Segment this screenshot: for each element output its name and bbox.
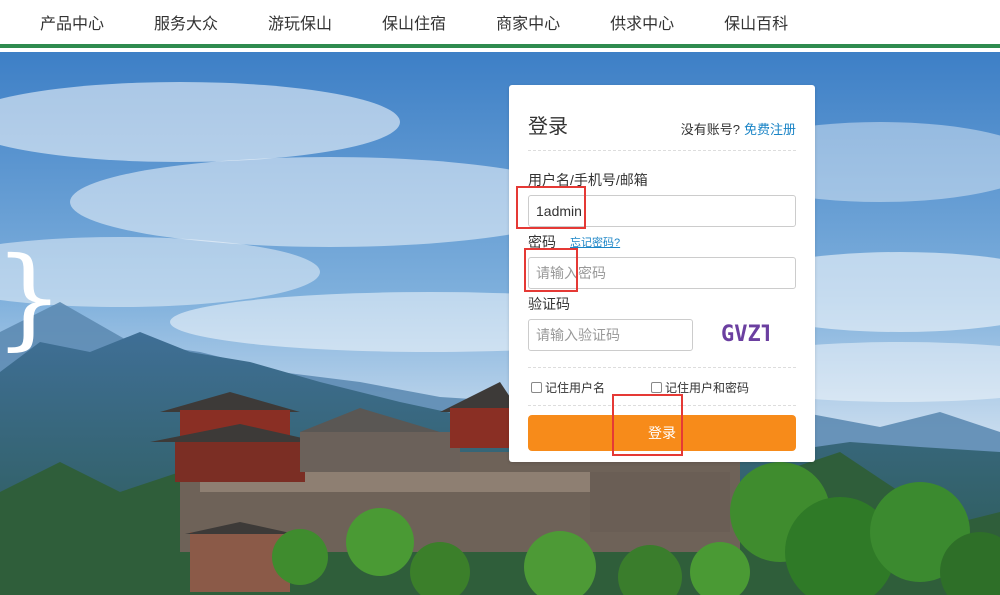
nav-item-products[interactable]: 产品中心 (40, 0, 104, 44)
captcha-text: GVZT (721, 322, 769, 347)
remember-username-label: 记住用户名 (545, 381, 606, 395)
nav-item-services[interactable]: 服务大众 (154, 0, 218, 44)
captcha-image[interactable]: GVZT (719, 317, 774, 349)
no-account-text: 没有账号? (680, 122, 740, 137)
captcha-input[interactable]: 请输入验证码 (528, 319, 693, 351)
divider-top (528, 367, 796, 368)
login-title: 登录 (528, 116, 568, 138)
remember-username-checkbox[interactable] (531, 382, 542, 393)
annotation-box-password (524, 248, 578, 292)
register-link[interactable]: 免费注册 (744, 122, 796, 137)
nav-item-lodging[interactable]: 保山住宿 (382, 0, 446, 44)
annotation-box-username (516, 186, 586, 229)
captcha-label: 验证码 (528, 296, 570, 312)
remember-username-option[interactable]: 记住用户名 (531, 379, 605, 396)
login-card-header: 登录 没有账号? 免费注册 (528, 85, 796, 151)
register-prompt: 没有账号? 免费注册 (681, 120, 796, 140)
nav-item-merchants[interactable]: 商家中心 (496, 0, 560, 44)
annotation-box-login-button (612, 394, 683, 456)
nav-item-travel[interactable]: 游玩保山 (268, 0, 332, 44)
hero-banner: } (0, 52, 1000, 595)
nav-item-supply-demand[interactable]: 供求中心 (610, 0, 674, 44)
decorative-brace-glyph: } (0, 233, 64, 361)
scenic-background-image (0, 52, 1000, 595)
top-nav: 产品中心 服务大众 游玩保山 保山住宿 商家中心 供求中心 保山百科 (0, 0, 1000, 48)
remember-user-password-checkbox[interactable] (651, 382, 662, 393)
nav-item-encyclopedia[interactable]: 保山百科 (724, 0, 788, 44)
